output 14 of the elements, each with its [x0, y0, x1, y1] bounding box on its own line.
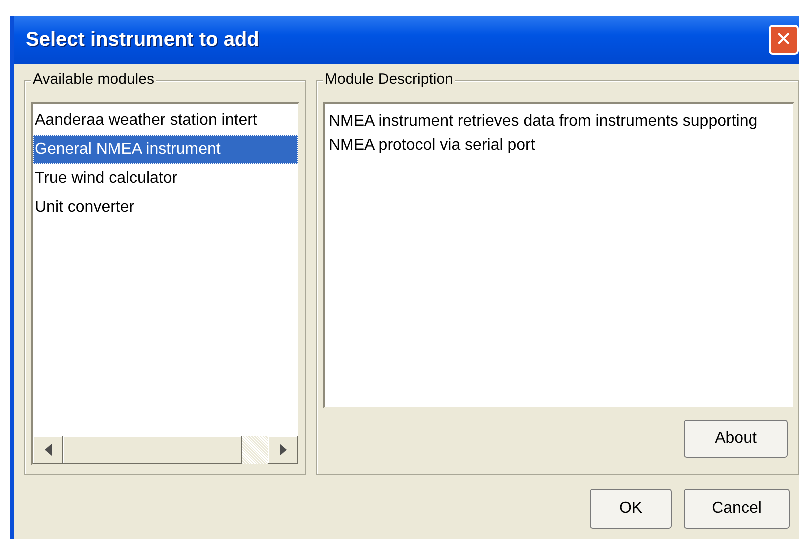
close-button[interactable]: ✕ [769, 25, 799, 55]
list-item[interactable]: General NMEA instrument [33, 135, 298, 164]
about-button[interactable]: About [684, 420, 788, 458]
horizontal-scrollbar[interactable] [33, 436, 298, 464]
list-item[interactable]: True wind calculator [33, 164, 298, 193]
ok-button[interactable]: OK [590, 489, 672, 529]
group-label: Module Description [323, 71, 456, 89]
left-arrow-icon[interactable] [44, 444, 52, 456]
list-item[interactable]: Unit converter [33, 193, 298, 222]
window-title: Select instrument to add [26, 28, 260, 53]
right-arrow-icon[interactable] [280, 444, 286, 456]
cancel-button[interactable]: Cancel [684, 489, 790, 529]
list-item[interactable]: Aanderaa weather station intert [33, 106, 298, 135]
description-text: NMEA instrument retrieves data from instruments supporting NMEA protocol via serial port [328, 112, 759, 156]
